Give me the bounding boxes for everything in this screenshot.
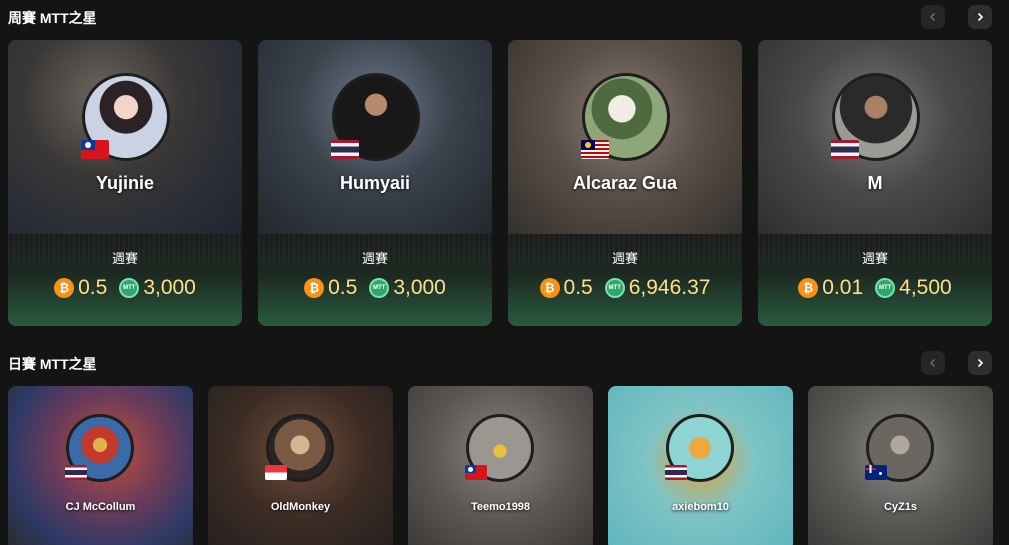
event-label: 週賽 <box>861 251 888 266</box>
daily-player-card[interactable]: Teemo1998 <box>408 386 593 545</box>
btc-coin-icon: ₿ <box>304 278 325 298</box>
flag-singapore-icon <box>265 465 287 480</box>
daily-player-card[interactable]: OldMonkey <box>208 386 393 545</box>
flag-malaysia-icon <box>581 140 609 159</box>
chevron-left-icon <box>929 358 936 368</box>
chevron-right-icon <box>977 12 984 22</box>
player-name: Alcaraz Gua <box>572 173 678 193</box>
mtt-amount: 6,946.37 <box>628 276 711 299</box>
btc-coin-icon: ₿ <box>54 278 75 298</box>
player-name: M <box>867 173 883 193</box>
event-label: 週賽 <box>111 251 138 266</box>
daily-next-button[interactable] <box>968 351 992 375</box>
daily-section-title: 日賽 MTT之星 <box>8 356 97 372</box>
mtt-amount: 3,000 <box>143 276 196 299</box>
weekly-player-card[interactable]: Humyaii 週賽 ₿ 0.5 MTT 3,000 <box>258 40 492 326</box>
prize-row: ₿ 0.5 MTT 3,000 <box>8 276 242 300</box>
event-label: 週賽 <box>611 251 638 266</box>
weekly-next-button[interactable] <box>968 5 992 29</box>
mtt-coin-icon: MTT <box>119 278 140 298</box>
player-name: Yujinie <box>95 173 155 193</box>
mtt-coin-icon: MTT <box>875 278 896 298</box>
daily-prev-button[interactable] <box>921 351 945 375</box>
prize-row: ₿ 0.5 MTT 3,000 <box>258 276 492 300</box>
weekly-player-card[interactable]: Alcaraz Gua 週賽 ₿ 0.5 MTT 6,946.37 <box>508 40 742 326</box>
btc-amount: 0.5 <box>563 276 593 299</box>
prize-row: ₿ 0.5 MTT 6,946.37 <box>508 276 742 300</box>
player-name: Teemo1998 <box>470 501 531 513</box>
daily-player-card[interactable]: axiebom10 <box>608 386 793 545</box>
weekly-player-card[interactable]: M 週賽 ₿ 0.01 MTT 4,500 <box>758 40 992 326</box>
event-label: 週賽 <box>361 251 388 266</box>
player-name: OldMonkey <box>270 501 331 513</box>
mtt-amount: 4,500 <box>899 276 952 299</box>
weekly-player-card[interactable]: Yujinie 週賽 ₿ 0.5 MTT 3,000 <box>8 40 242 326</box>
weekly-prev-button[interactable] <box>921 5 945 29</box>
daily-player-card[interactable]: CyZ1s <box>808 386 993 545</box>
player-name: axiebom10 <box>672 501 729 513</box>
prize-row: ₿ 0.01 MTT 4,500 <box>758 276 992 300</box>
btc-amount: 0.5 <box>78 276 108 299</box>
chevron-right-icon <box>977 358 984 368</box>
daily-player-card[interactable]: CJ McCollum <box>8 386 193 545</box>
btc-coin-icon: ₿ <box>798 278 819 298</box>
daily-section-header: 日賽 MTT之星 <box>0 346 1009 380</box>
weekly-section-title: 周賽 MTT之星 <box>8 10 97 26</box>
flag-thailand-icon <box>65 465 87 480</box>
flag-thailand-icon <box>831 140 859 159</box>
mtt-coin-icon: MTT <box>369 278 390 298</box>
flag-australia-icon <box>865 465 887 480</box>
btc-amount: 0.5 <box>328 276 358 299</box>
btc-amount: 0.01 <box>822 276 864 299</box>
player-name: CyZ1s <box>883 501 918 513</box>
mtt-amount: 3,000 <box>393 276 446 299</box>
flag-taiwan-icon <box>465 465 487 480</box>
btc-coin-icon: ₿ <box>539 278 560 298</box>
mtt-coin-icon: MTT <box>604 278 625 298</box>
flag-thailand-icon <box>665 465 687 480</box>
flag-taiwan-icon <box>81 140 109 159</box>
chevron-left-icon <box>929 12 936 22</box>
player-name: Humyaii <box>339 173 411 193</box>
weekly-section-header: 周賽 MTT之星 <box>0 0 1009 34</box>
weekly-card-row: Yujinie 週賽 ₿ 0.5 MTT 3,000 Humyaii 週賽 ₿ … <box>8 40 1000 326</box>
player-name: CJ McCollum <box>65 501 136 513</box>
daily-card-row: CJ McCollum OldMonkey Teemo1998 axiebom1… <box>8 386 1000 545</box>
flag-thailand-icon <box>331 140 359 159</box>
